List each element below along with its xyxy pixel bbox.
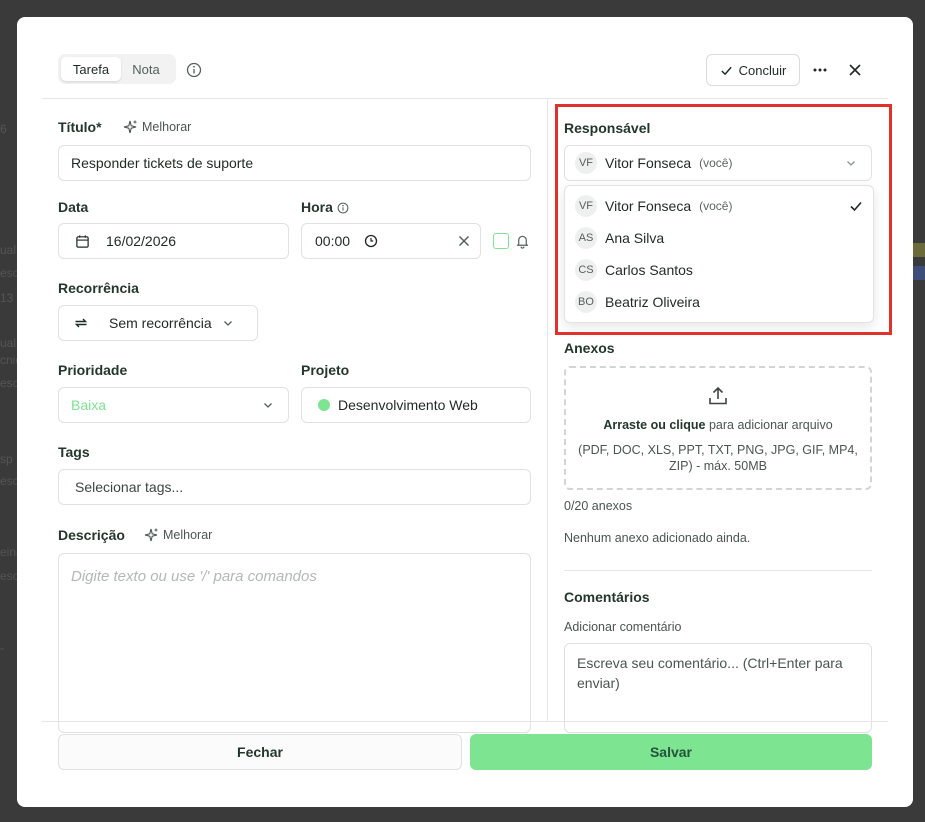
- date-input[interactable]: 16/02/2026: [58, 223, 289, 259]
- sparkle-icon: [123, 120, 137, 134]
- priority-select[interactable]: Baixa: [58, 387, 289, 423]
- time-label: Hora: [301, 199, 333, 215]
- tab-tarefa[interactable]: Tarefa: [61, 57, 121, 81]
- add-comment-label: Adicionar comentário: [564, 620, 682, 634]
- bg-text: esc: [0, 376, 19, 390]
- tags-label: Tags: [58, 444, 90, 460]
- improve-label: Melhorar: [142, 120, 192, 134]
- comment-placeholder: Escreva seu comentário... (Ctrl+Enter pa…: [577, 655, 843, 691]
- recurrence-select[interactable]: Sem recorrência: [58, 305, 258, 341]
- sparkle-icon: [144, 528, 158, 542]
- bell-icon: [516, 235, 529, 249]
- time-info-icon[interactable]: [337, 202, 349, 214]
- comments-divider: [564, 570, 872, 571]
- repeat-icon: [74, 318, 88, 328]
- bg-text: ual: [0, 336, 17, 350]
- chevron-down-icon: [264, 403, 272, 408]
- description-editor[interactable]: Digite texto ou use '/' para comandos: [58, 553, 531, 733]
- tags-placeholder: Selecionar tags...: [75, 479, 184, 495]
- description-label: Descrição: [58, 527, 125, 543]
- bg-text: esc: [0, 569, 19, 583]
- concluir-label: Concluir: [738, 62, 787, 78]
- priority-label: Prioridade: [58, 362, 128, 378]
- reminder-checkbox[interactable]: [493, 233, 509, 249]
- column-divider: [547, 99, 548, 721]
- improve-title-button[interactable]: Melhorar: [122, 119, 191, 135]
- recurrence-label: Recorrência: [58, 280, 139, 296]
- attachments-label: Anexos: [564, 340, 615, 356]
- bg-text: ual: [0, 243, 17, 257]
- priority-value: Baixa: [71, 397, 107, 413]
- comment-input[interactable]: Escreva seu comentário... (Ctrl+Enter pa…: [564, 643, 872, 733]
- tags-select[interactable]: Selecionar tags...: [58, 469, 531, 505]
- concluir-button[interactable]: Concluir: [706, 54, 800, 86]
- save-button[interactable]: Salvar: [470, 734, 872, 770]
- recurrence-value: Sem recorrência: [109, 315, 212, 331]
- date-label: Data: [58, 199, 89, 215]
- bg-text: esc: [0, 266, 19, 280]
- drop-bold: Arraste ou clique: [603, 418, 706, 432]
- clock-icon[interactable]: [364, 234, 378, 248]
- title-input[interactable]: Responder tickets de suporte: [58, 145, 531, 181]
- bg-text: esc: [0, 474, 19, 488]
- check-icon: [720, 66, 732, 75]
- attachment-dropzone[interactable]: Arraste ou clique para adicionar arquivo…: [564, 366, 872, 490]
- project-value: Desenvolvimento Web: [338, 397, 478, 413]
- comments-label: Comentários: [564, 589, 650, 605]
- bg-text: 6: [0, 122, 7, 136]
- description-placeholder: Digite texto ou use '/' para comandos: [71, 568, 317, 585]
- drop-formats: (PDF, DOC, XLS, PPT, TXT, PNG, JPG, GIF,…: [578, 443, 858, 473]
- bg-marker: [913, 243, 925, 257]
- type-switch: Tarefa Nota: [58, 54, 176, 84]
- task-modal: Tarefa Nota Concluir Título* Melhorar Re…: [17, 17, 913, 807]
- header-divider: [42, 98, 888, 99]
- clear-time-icon[interactable]: [458, 235, 470, 247]
- improve-label: Melhorar: [163, 528, 213, 542]
- upload-icon: [709, 386, 727, 405]
- footer-divider: [42, 721, 888, 722]
- bg-marker: [913, 266, 925, 280]
- calendar-icon: [76, 234, 89, 248]
- highlight-box: [555, 104, 892, 335]
- title-label: Título*: [58, 119, 102, 135]
- chevron-down-icon: [223, 321, 232, 326]
- improve-description-button[interactable]: Melhorar: [143, 527, 212, 543]
- close-button[interactable]: Fechar: [58, 734, 462, 770]
- time-value: 00:00: [315, 233, 351, 249]
- bg-text: -: [0, 641, 4, 655]
- attachments-empty: Nenhum anexo adicionado ainda.: [564, 531, 751, 545]
- project-color-dot: [318, 399, 330, 411]
- title-value: Responder tickets de suporte: [71, 155, 254, 171]
- project-select[interactable]: Desenvolvimento Web: [301, 387, 531, 423]
- drop-rest: para adicionar arquivo: [708, 418, 833, 432]
- attachments-count: 0/20 anexos: [564, 499, 633, 513]
- close-icon[interactable]: [847, 62, 863, 78]
- date-value: 16/02/2026: [106, 233, 177, 249]
- tab-nota[interactable]: Nota: [121, 57, 171, 81]
- time-input[interactable]: 00:00: [301, 223, 481, 259]
- project-label: Projeto: [301, 362, 350, 378]
- bg-text: sp: [0, 452, 13, 466]
- more-icon[interactable]: [811, 62, 829, 78]
- bg-text: 13: [0, 291, 14, 305]
- info-icon[interactable]: [186, 62, 202, 78]
